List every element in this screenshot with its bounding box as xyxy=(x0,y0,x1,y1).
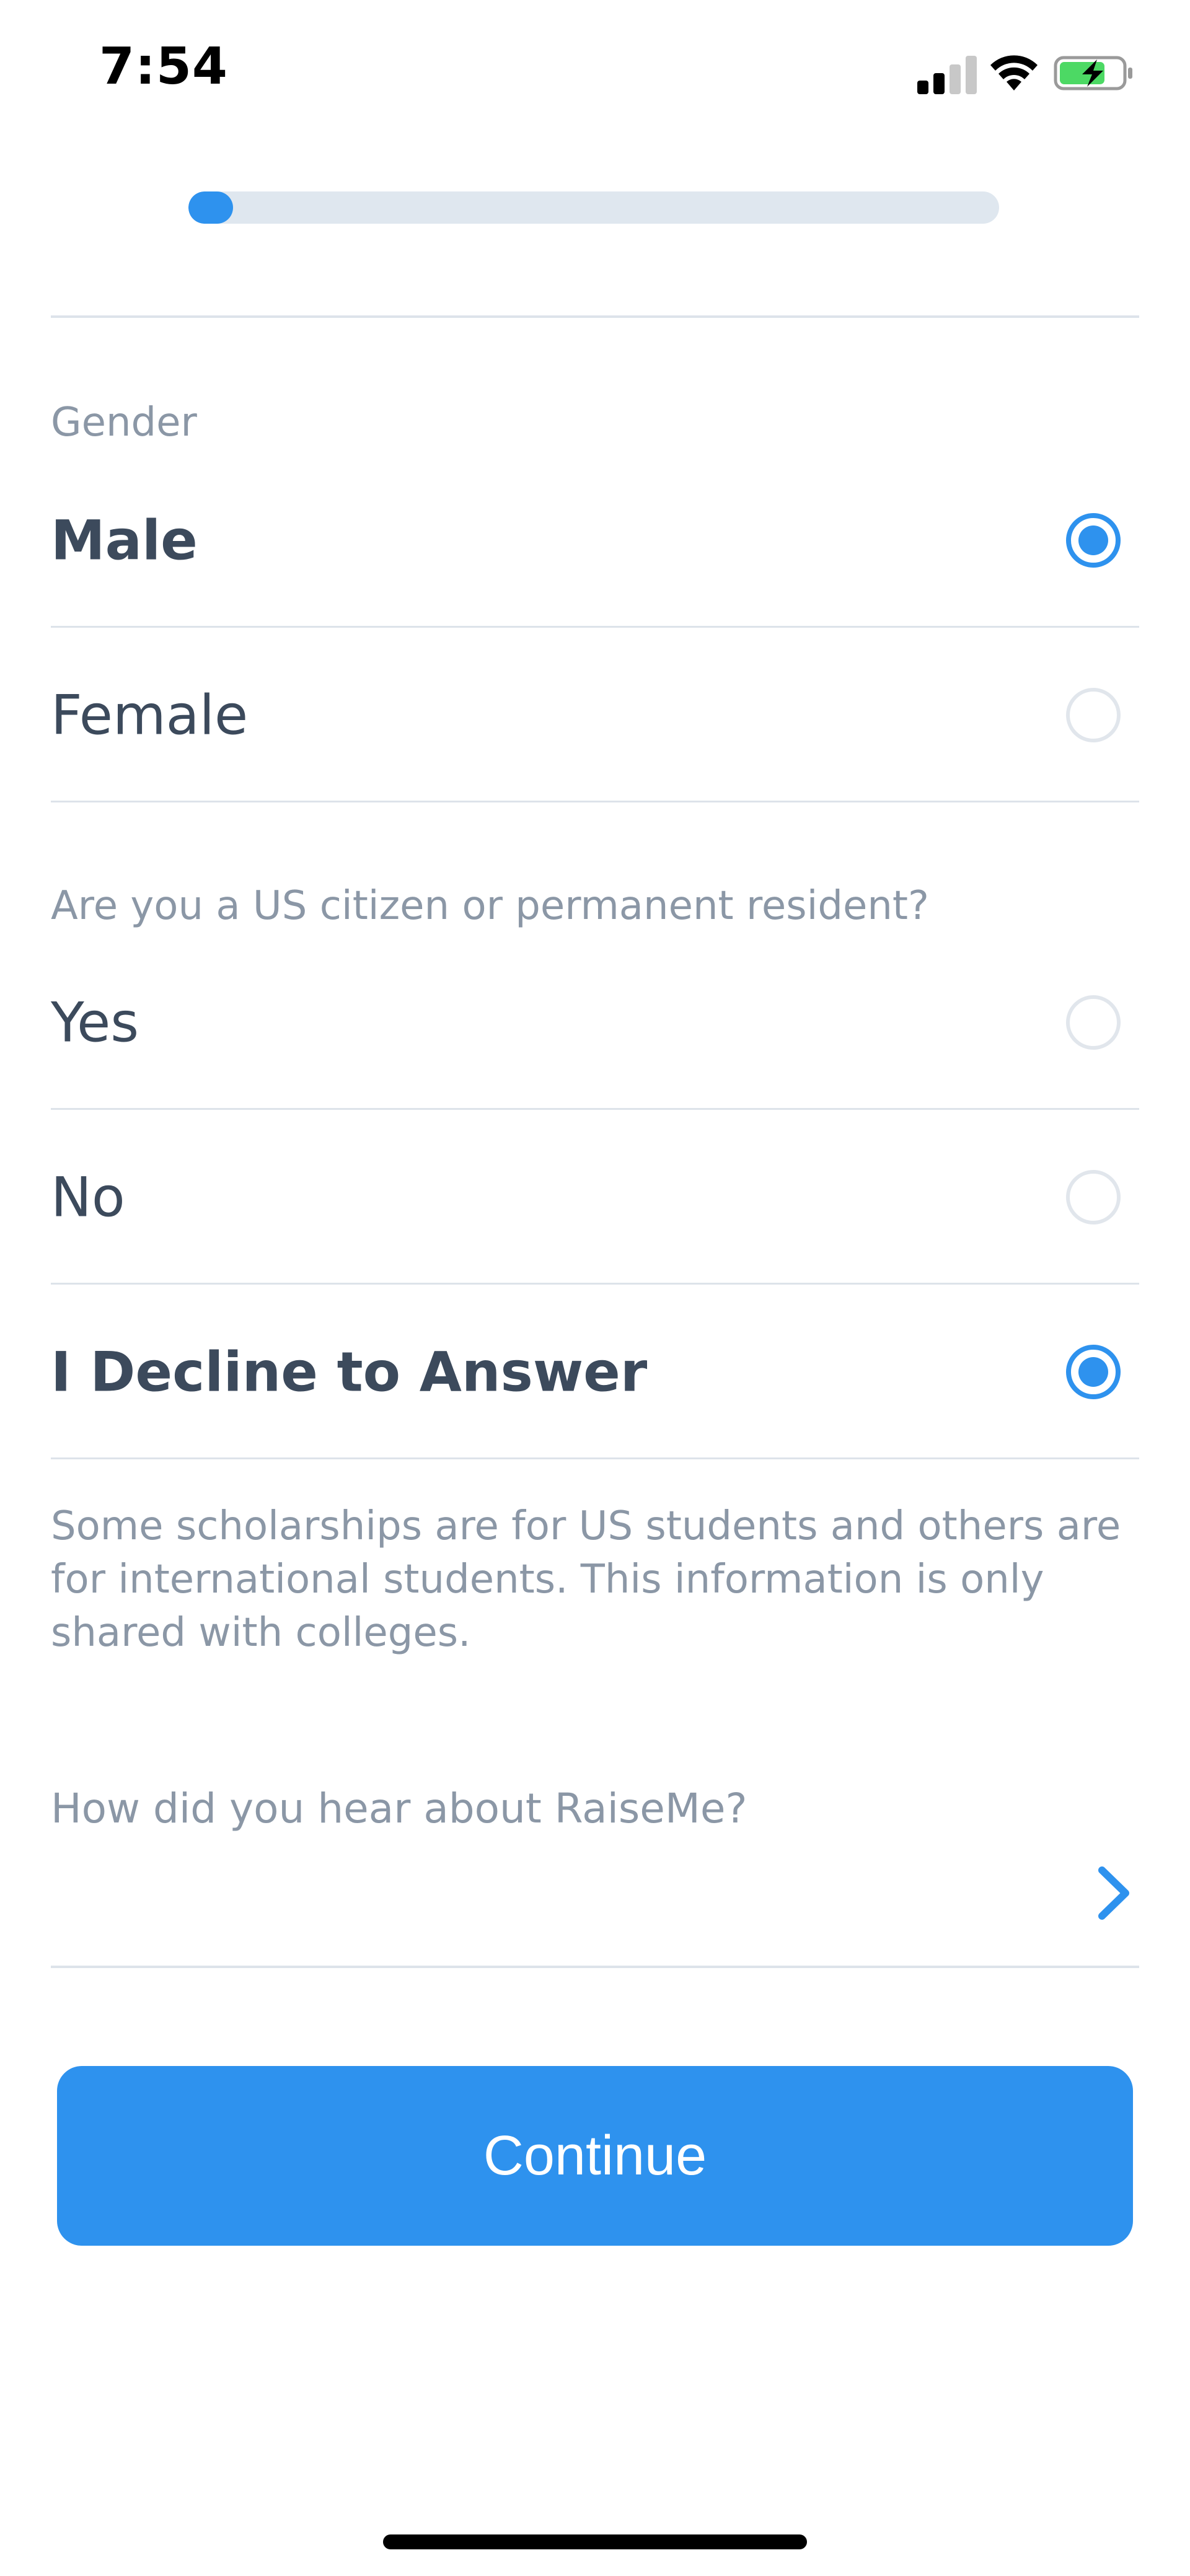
header-divider xyxy=(51,315,1139,318)
referral-label: How did you hear about RaiseMe? xyxy=(51,1785,747,1832)
gender-option-male[interactable]: Male xyxy=(51,454,1139,627)
option-label: I Decline to Answer xyxy=(51,1340,648,1404)
gender-option-female[interactable]: Female xyxy=(51,628,1139,802)
radio-unselected-icon[interactable] xyxy=(1066,688,1121,742)
citizenship-option-yes[interactable]: Yes xyxy=(51,936,1139,1109)
citizenship-help-text: Some scholarships are for US students an… xyxy=(51,1503,1121,1656)
referral-select[interactable] xyxy=(51,1847,1139,1946)
referral-divider xyxy=(51,1966,1139,1968)
divider xyxy=(51,1108,1139,1110)
status-time: 7:54 xyxy=(99,37,228,96)
wifi-icon xyxy=(990,55,1038,90)
battery-charging-icon xyxy=(1054,56,1132,90)
radio-unselected-icon[interactable] xyxy=(1066,1170,1121,1224)
divider xyxy=(51,1283,1139,1285)
radio-unselected-icon[interactable] xyxy=(1066,995,1121,1050)
option-label: No xyxy=(51,1165,125,1229)
option-label: Yes xyxy=(51,990,139,1055)
citizenship-option-no[interactable]: No xyxy=(51,1110,1139,1284)
progress-bar xyxy=(188,191,999,224)
status-icons xyxy=(917,50,1140,94)
gender-label: Gender xyxy=(51,400,197,446)
progress-fill xyxy=(188,191,233,224)
citizenship-option-decline[interactable]: I Decline to Answer xyxy=(51,1285,1139,1459)
divider xyxy=(51,801,1139,802)
option-label: Female xyxy=(51,683,249,747)
radio-selected-icon[interactable] xyxy=(1066,1345,1121,1399)
continue-button[interactable]: Continue xyxy=(57,2066,1133,2246)
citizenship-label: Are you a US citizen or permanent reside… xyxy=(51,883,929,929)
home-indicator[interactable] xyxy=(383,2534,807,2549)
divider xyxy=(51,626,1139,628)
radio-selected-icon[interactable] xyxy=(1066,513,1121,568)
chevron-right-icon[interactable] xyxy=(1096,1865,1133,1921)
option-label: Male xyxy=(51,508,198,573)
divider xyxy=(51,1457,1139,1459)
